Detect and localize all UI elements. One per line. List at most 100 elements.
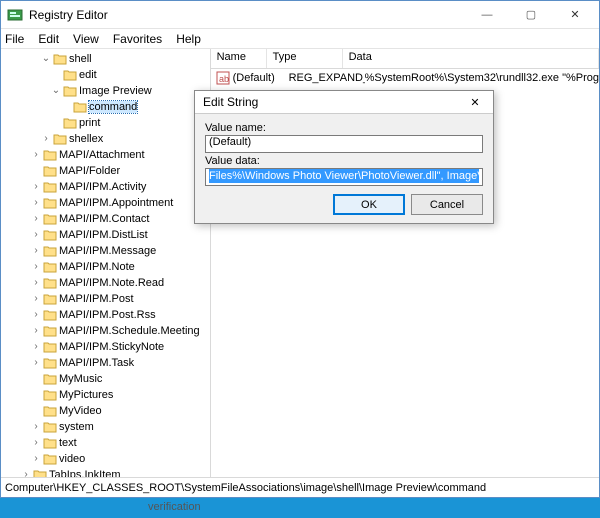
tree-view[interactable]: ····⌄shell·····edit·····⌄Image Preview··… [1,49,211,477]
tree-row[interactable]: ···›MAPI/IPM.Task [1,355,210,371]
folder-icon [43,277,57,289]
tree-label[interactable]: MAPI/IPM.DistList [59,229,148,241]
menu-edit[interactable]: Edit [38,32,59,46]
expand-toggle-icon[interactable]: › [41,134,51,144]
tree-label[interactable]: MAPI/IPM.Appointment [59,197,173,209]
expand-toggle-icon[interactable]: › [31,422,41,432]
menu-view[interactable]: View [73,32,99,46]
tree-row[interactable]: ···›MAPI/IPM.Post.Rss [1,307,210,323]
expand-toggle-icon[interactable]: ⌄ [51,86,61,96]
tree-row[interactable]: ···›MAPI/IPM.Post [1,291,210,307]
tree-row[interactable]: ···›MAPI/IPM.Note [1,259,210,275]
tree-row[interactable]: ···MyMusic [1,371,210,387]
tree-row[interactable]: ···›MAPI/IPM.DistList [1,227,210,243]
tree-label[interactable]: MAPI/IPM.Post.Rss [59,309,156,321]
tree-row[interactable]: ·····edit [1,67,210,83]
tree-row[interactable]: ······command [1,99,210,115]
tree-row[interactable]: ···›system [1,419,210,435]
folder-icon [43,245,57,257]
maximize-button[interactable]: ▢ [509,1,553,29]
tree-label[interactable]: MAPI/IPM.Post [59,293,134,305]
col-data[interactable]: Data [343,49,599,68]
tree-label[interactable]: video [59,453,85,465]
tree-label[interactable]: MAPI/IPM.StickyNote [59,341,164,353]
tree-label[interactable]: edit [79,69,97,81]
tree-label[interactable]: MAPI/IPM.Note.Read [59,277,164,289]
expand-toggle-icon[interactable]: › [31,438,41,448]
list-row[interactable]: ab (Default) REG_EXPAND_SZ %SystemRoot%\… [211,69,599,87]
tree-label[interactable]: MyPictures [59,389,113,401]
expand-toggle-icon[interactable]: › [31,150,41,160]
tree-row[interactable]: ···›video [1,451,210,467]
tree-row[interactable]: ···›MAPI/IPM.Message [1,243,210,259]
expand-toggle-icon[interactable]: › [31,246,41,256]
tree-row[interactable]: ···›MAPI/IPM.Note.Read [1,275,210,291]
tree-row[interactable]: ····›shellex [1,131,210,147]
tree-row[interactable]: ··›TabIps.InkItem [1,467,210,477]
tree-label[interactable]: MyVideo [59,405,102,417]
tree-row[interactable]: ···›MAPI/IPM.Appointment [1,195,210,211]
folder-icon [43,293,57,305]
tree-label[interactable]: MAPI/IPM.Contact [59,213,149,225]
expand-toggle-icon[interactable]: › [31,358,41,368]
expand-toggle-icon[interactable]: › [31,230,41,240]
expand-toggle-icon[interactable]: › [31,342,41,352]
folder-icon [63,117,77,129]
tree-label[interactable]: command [89,101,137,113]
tree-label[interactable]: shell [69,53,92,65]
tree-row[interactable]: ····⌄shell [1,51,210,67]
col-name[interactable]: Name [211,49,267,68]
menu-help[interactable]: Help [176,32,201,46]
value-data-input[interactable]: Files%\Windows Photo Viewer\PhotoViewer.… [205,168,483,186]
expand-toggle-icon[interactable]: › [31,326,41,336]
expand-toggle-icon[interactable]: › [21,470,31,477]
expand-toggle-icon[interactable]: › [31,310,41,320]
dialog-close-button[interactable]: ✕ [461,92,489,112]
tree-label[interactable]: MAPI/IPM.Schedule.Meeting [59,325,200,337]
value-name-input[interactable]: (Default) [205,135,483,153]
expand-toggle-icon[interactable]: › [31,262,41,272]
tree-row[interactable]: ···›MAPI/IPM.Contact [1,211,210,227]
expand-toggle-icon[interactable]: ⌄ [41,54,51,64]
tree-label[interactable]: MAPI/Folder [59,165,120,177]
ok-button[interactable]: OK [333,194,405,215]
tree-label[interactable]: MyMusic [59,373,102,385]
list-header[interactable]: Name Type Data [211,49,599,69]
minimize-button[interactable]: — [465,1,509,29]
tree-label[interactable]: TabIps.InkItem [49,469,121,477]
tree-label[interactable]: shellex [69,133,103,145]
tree-row[interactable]: ···›text [1,435,210,451]
tree-row[interactable]: ···MyPictures [1,387,210,403]
tree-label[interactable]: print [79,117,100,129]
close-button[interactable]: ✕ [553,1,597,29]
expand-toggle-icon[interactable]: › [31,214,41,224]
tree-row[interactable]: ···›MAPI/IPM.Activity [1,179,210,195]
tree-row[interactable]: ···MyVideo [1,403,210,419]
tree-row[interactable]: ·····print [1,115,210,131]
tree-label[interactable]: system [59,421,94,433]
menu-file[interactable]: File [5,32,24,46]
dialog-titlebar[interactable]: Edit String ✕ [195,91,493,114]
tree-row[interactable]: ···›MAPI/IPM.Schedule.Meeting [1,323,210,339]
tree-row[interactable]: ·····⌄Image Preview [1,83,210,99]
expand-toggle-icon[interactable]: › [31,294,41,304]
cancel-button[interactable]: Cancel [411,194,483,215]
tree-row[interactable]: ···›MAPI/Attachment [1,147,210,163]
titlebar[interactable]: Registry Editor — ▢ ✕ [1,1,599,29]
tree-label[interactable]: MAPI/IPM.Message [59,245,156,257]
tree-label[interactable]: Image Preview [79,85,152,97]
tree-label[interactable]: MAPI/IPM.Note [59,261,135,273]
expand-toggle-icon[interactable]: › [31,198,41,208]
menu-favorites[interactable]: Favorites [113,32,162,46]
expand-toggle-icon[interactable]: › [31,454,41,464]
tree-label[interactable]: MAPI/Attachment [59,149,145,161]
folder-icon [43,437,57,449]
expand-toggle-icon[interactable]: › [31,278,41,288]
col-type[interactable]: Type [267,49,343,68]
expand-toggle-icon[interactable]: › [31,182,41,192]
tree-row[interactable]: ···MAPI/Folder [1,163,210,179]
tree-label[interactable]: MAPI/IPM.Activity [59,181,146,193]
tree-label[interactable]: text [59,437,77,449]
tree-row[interactable]: ···›MAPI/IPM.StickyNote [1,339,210,355]
tree-label[interactable]: MAPI/IPM.Task [59,357,134,369]
